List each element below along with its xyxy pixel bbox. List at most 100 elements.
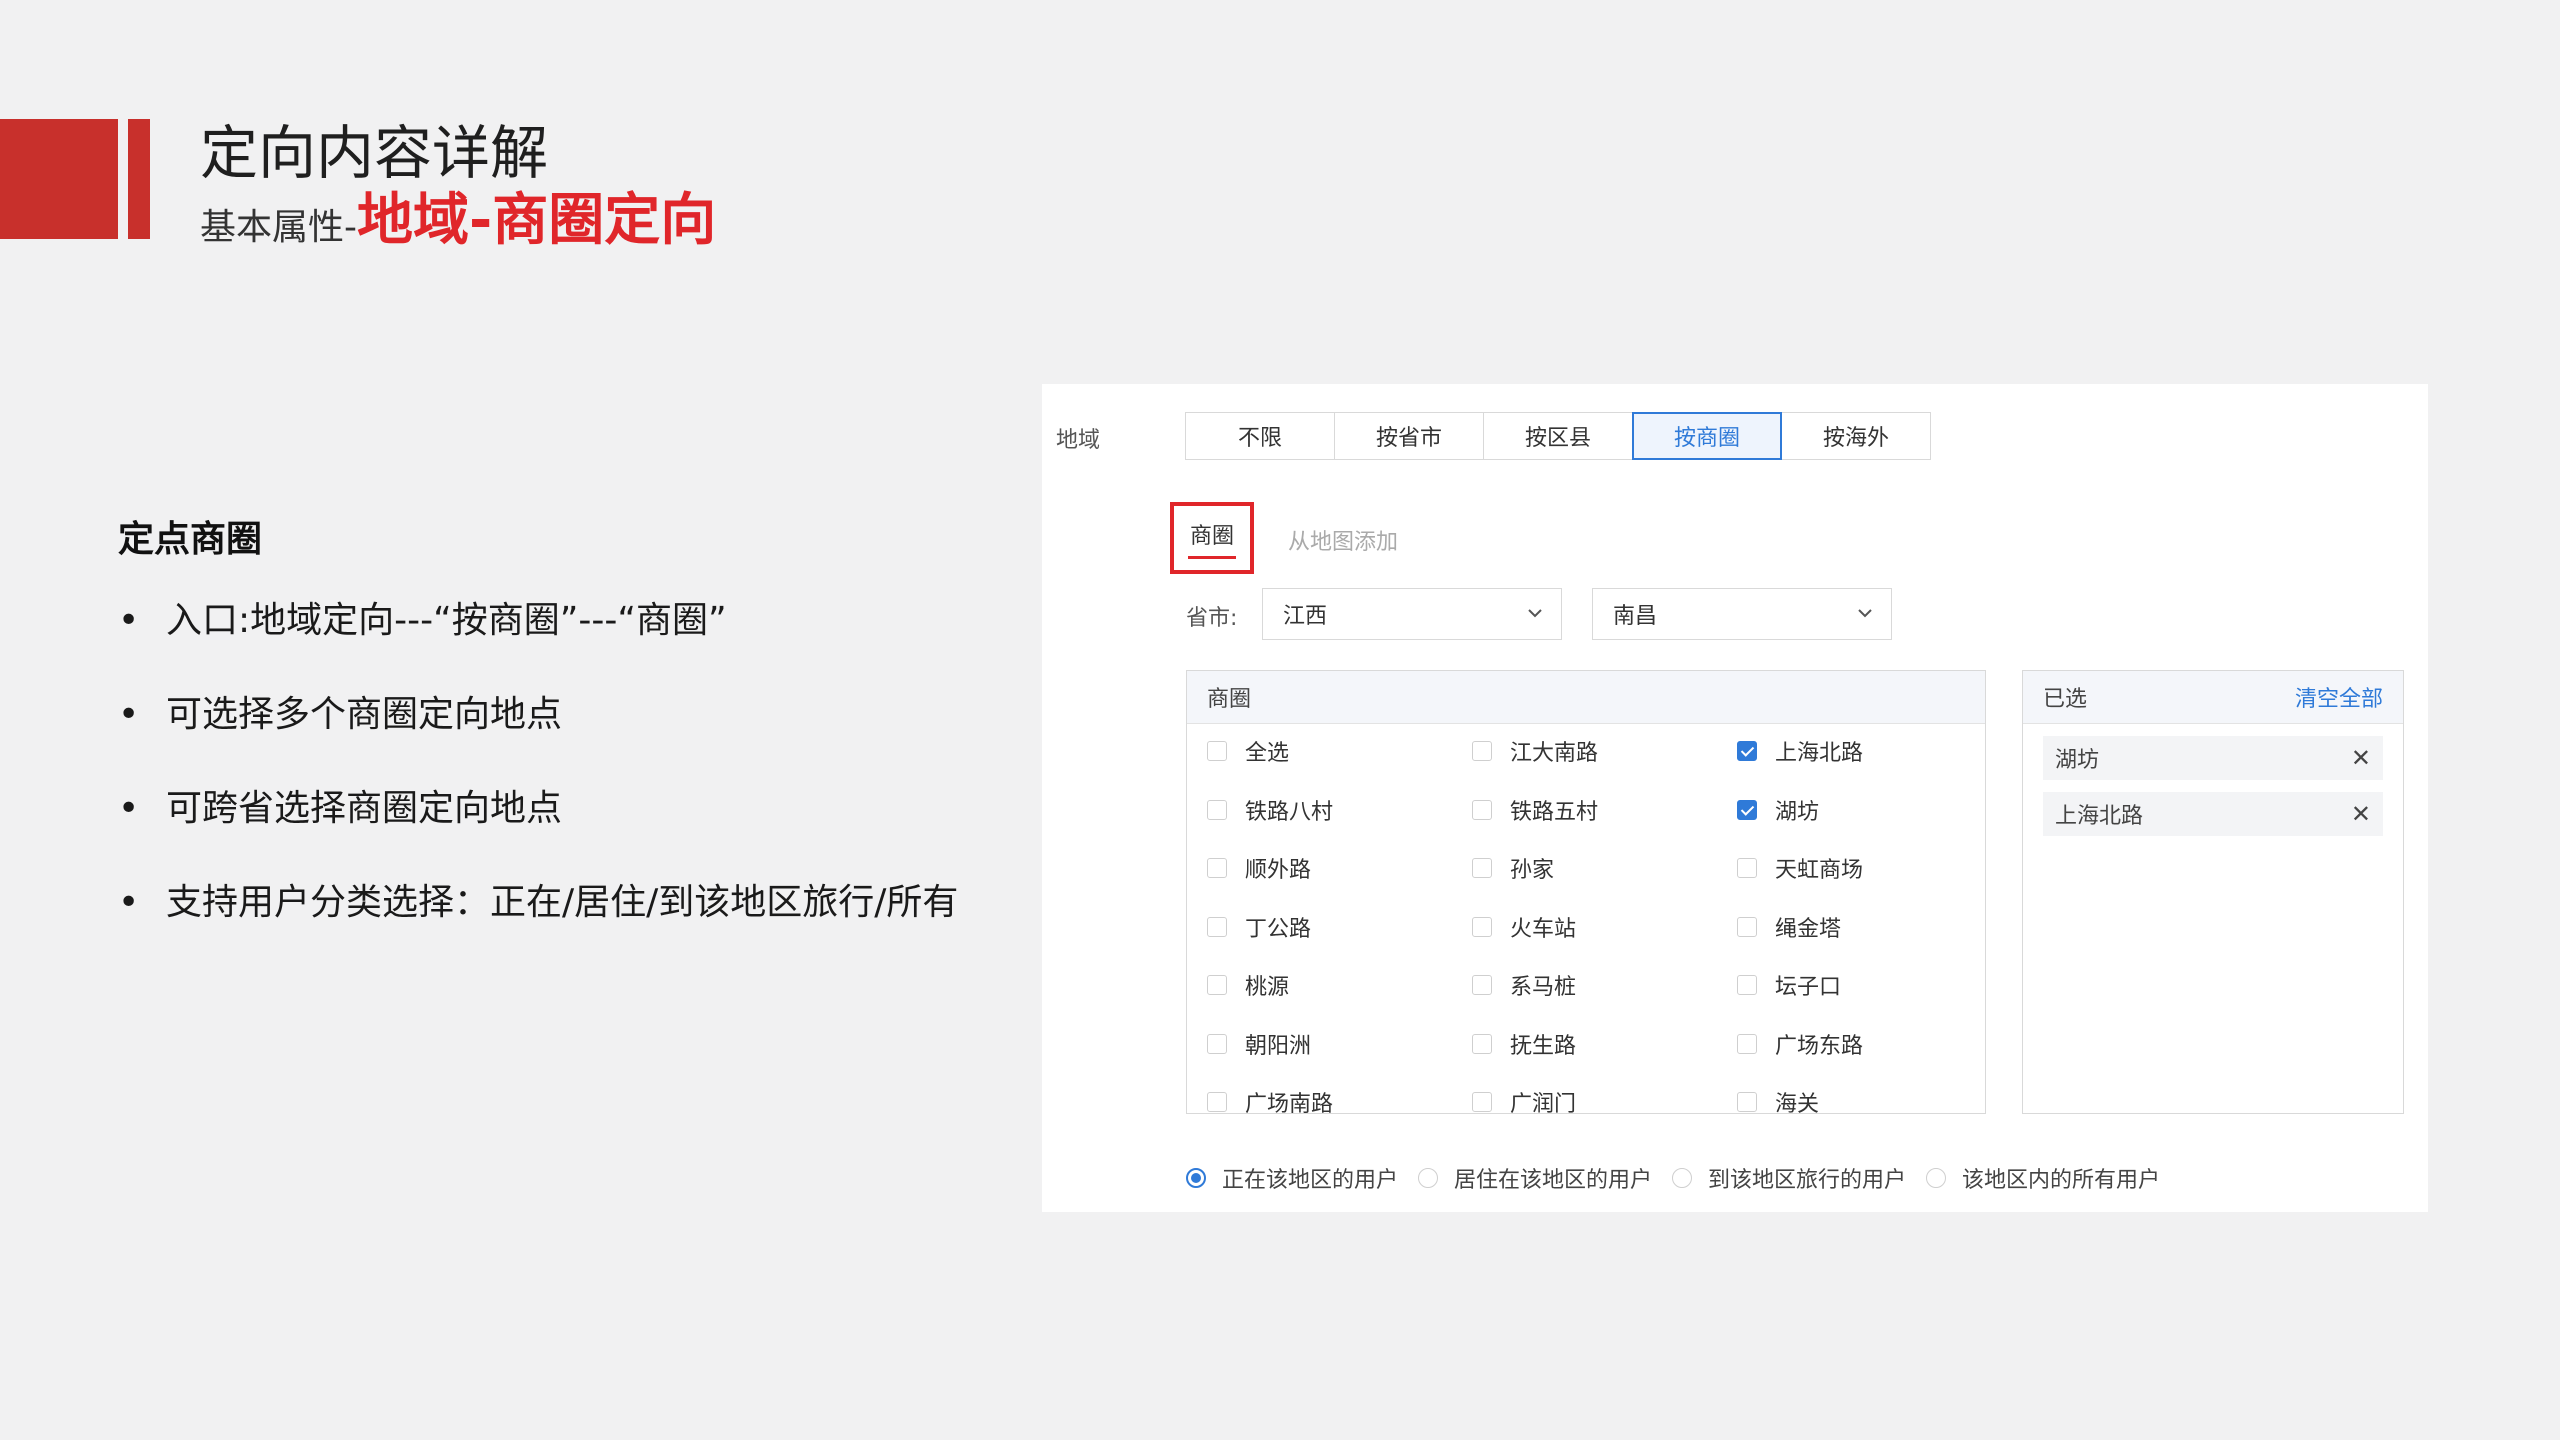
bullet-text: 可跨省选择商圈定向地点 — [166, 788, 563, 829]
radio-circle[interactable] — [1672, 1168, 1693, 1188]
business-circle-label: 抚生路 — [1510, 1033, 1577, 1059]
chevron-down-icon — [1528, 609, 1542, 618]
checkbox[interactable] — [1737, 858, 1757, 878]
business-circle-item[interactable]: 抚生路 — [1472, 1029, 1576, 1059]
accent-bar — [128, 119, 150, 239]
business-circle-item[interactable]: 广场南路 — [1207, 1087, 1334, 1114]
business-circle-label: 广场东路 — [1775, 1033, 1864, 1059]
user-type-radio[interactable]: 居住在该地区的用户 — [1418, 1162, 1652, 1194]
business-circle-item[interactable]: 系马桩 — [1472, 970, 1576, 1000]
checkbox[interactable] — [1737, 975, 1757, 995]
checkbox[interactable] — [1737, 741, 1757, 761]
page-title: 定向内容详解 — [200, 119, 549, 187]
remove-icon[interactable]: ✕ — [2351, 744, 2371, 772]
business-circle-label: 孙家 — [1510, 858, 1555, 883]
checkbox[interactable] — [1207, 741, 1227, 761]
tab-by-business-circle[interactable]: 按商圈 — [1632, 412, 1782, 460]
checkbox[interactable] — [1472, 1033, 1492, 1054]
business-circle-label: 江大南路 — [1510, 741, 1599, 766]
checkbox[interactable] — [1472, 1092, 1492, 1112]
business-circle-label: 广润门 — [1510, 1092, 1577, 1114]
business-circle-item[interactable]: 铁路八村 — [1207, 795, 1333, 825]
business-circle-label: 铁路八村 — [1245, 799, 1334, 825]
business-circle-label: 坛子口 — [1775, 975, 1842, 1000]
business-circle-item[interactable]: 铁路五村 — [1472, 795, 1598, 825]
subtab-business-circle-label: 商圈 — [1189, 523, 1234, 549]
radio-circle[interactable] — [1926, 1168, 1947, 1188]
checkbox[interactable] — [1472, 741, 1492, 761]
business-circle-item[interactable]: 朝阳洲 — [1207, 1029, 1311, 1059]
checkbox[interactable] — [1737, 799, 1757, 820]
radio-circle[interactable] — [1418, 1168, 1439, 1188]
selected-list: 已选 清空全部 湖坊 ✕ 上海北路 ✕ — [2022, 670, 2404, 1114]
checkbox[interactable] — [1207, 916, 1227, 937]
remove-icon[interactable]: ✕ — [2351, 800, 2371, 828]
subtab-business-circle[interactable]: 商圈 — [1170, 502, 1254, 574]
bullet-item: • 可跨省选择商圈定向地点 — [118, 784, 958, 834]
checkbox[interactable] — [1207, 1092, 1227, 1112]
bullet-item: • 可选择多个商圈定向地点 — [118, 690, 958, 740]
business-circle-label: 绳金塔 — [1775, 916, 1842, 942]
business-circle-label: 顺外路 — [1245, 858, 1312, 883]
business-circle-item[interactable]: 顺外路 — [1207, 853, 1311, 883]
business-circle-item[interactable]: 湖坊 — [1737, 795, 1819, 825]
selected-item: 湖坊 ✕ — [2043, 736, 2383, 780]
tab-by-district[interactable]: 按区县 — [1483, 412, 1633, 460]
business-circle-label: 海关 — [1775, 1092, 1820, 1114]
radio-label: 该地区内的所有用户 — [1962, 1168, 2161, 1193]
tab-by-province-city[interactable]: 按省市 — [1334, 412, 1484, 460]
user-type-radio[interactable]: 正在该地区的用户 — [1186, 1162, 1398, 1194]
bullet-item: • 支持用户分类选择：正在/居住/到该地区旅行/所有 — [118, 878, 958, 928]
selected-item-label: 上海北路 — [2055, 804, 2144, 829]
business-circle-item[interactable]: 火车站 — [1472, 912, 1576, 942]
user-type-radio[interactable]: 到该地区旅行的用户 — [1672, 1162, 1906, 1194]
province-select[interactable]: 江西 — [1262, 588, 1562, 640]
user-type-radio[interactable]: 该地区内的所有用户 — [1926, 1162, 2160, 1194]
city-select-value: 南昌 — [1613, 604, 1658, 629]
radio-label: 居住在该地区的用户 — [1454, 1168, 1653, 1193]
business-circle-item[interactable]: 海关 — [1737, 1087, 1820, 1114]
clear-all-link[interactable]: 清空全部 — [2295, 681, 2383, 713]
business-circle-label: 天虹商场 — [1775, 858, 1864, 883]
accent-block — [0, 119, 118, 239]
checkbox[interactable] — [1472, 916, 1492, 937]
business-circle-item[interactable]: 广润门 — [1472, 1087, 1577, 1114]
checkbox[interactable] — [1737, 916, 1757, 937]
province-select-value: 江西 — [1283, 604, 1328, 629]
city-select[interactable]: 南昌 — [1592, 588, 1892, 640]
business-circle-item[interactable]: 江大南路 — [1472, 736, 1598, 766]
selected-item-label: 湖坊 — [2055, 748, 2100, 773]
business-circle-label: 广场南路 — [1245, 1092, 1334, 1114]
business-circle-item[interactable]: 全选 — [1207, 736, 1289, 766]
selected-items: 湖坊 ✕ 上海北路 ✕ — [2023, 736, 2403, 836]
checkbox[interactable] — [1472, 858, 1492, 878]
tab-unlimited[interactable]: 不限 — [1185, 412, 1335, 460]
business-circle-item[interactable]: 广场东路 — [1737, 1029, 1863, 1059]
business-circle-item[interactable]: 桃源 — [1207, 970, 1289, 1000]
checkbox[interactable] — [1472, 799, 1492, 820]
radio-circle[interactable] — [1186, 1168, 1206, 1188]
checkbox[interactable] — [1207, 975, 1227, 995]
business-circle-item[interactable]: 丁公路 — [1207, 912, 1311, 942]
checkbox[interactable] — [1737, 1092, 1757, 1112]
business-circle-item[interactable]: 孙家 — [1472, 853, 1554, 883]
tab-by-overseas[interactable]: 按海外 — [1781, 412, 1931, 460]
business-circle-item[interactable]: 绳金塔 — [1737, 912, 1841, 942]
business-circle-label: 上海北路 — [1775, 741, 1864, 766]
checkbox[interactable] — [1207, 799, 1227, 820]
bullet-dot: • — [118, 694, 140, 735]
business-circle-label: 桃源 — [1245, 975, 1290, 1000]
checkbox[interactable] — [1207, 1033, 1227, 1054]
business-circle-label: 丁公路 — [1245, 916, 1312, 942]
bullet-dot: • — [118, 788, 140, 829]
business-circle-item[interactable]: 上海北路 — [1737, 736, 1863, 766]
bullet-dot: • — [118, 600, 140, 641]
checkbox[interactable] — [1737, 1033, 1757, 1054]
checkbox[interactable] — [1472, 975, 1492, 995]
subtab-add-from-map[interactable]: 从地图添加 — [1288, 524, 1398, 556]
business-circle-item[interactable]: 坛子口 — [1737, 970, 1841, 1000]
business-circle-item[interactable]: 天虹商场 — [1737, 853, 1863, 883]
bullet-text: 可选择多个商圈定向地点 — [166, 694, 563, 735]
checkbox[interactable] — [1207, 858, 1227, 878]
bullet-dot: • — [118, 882, 140, 923]
